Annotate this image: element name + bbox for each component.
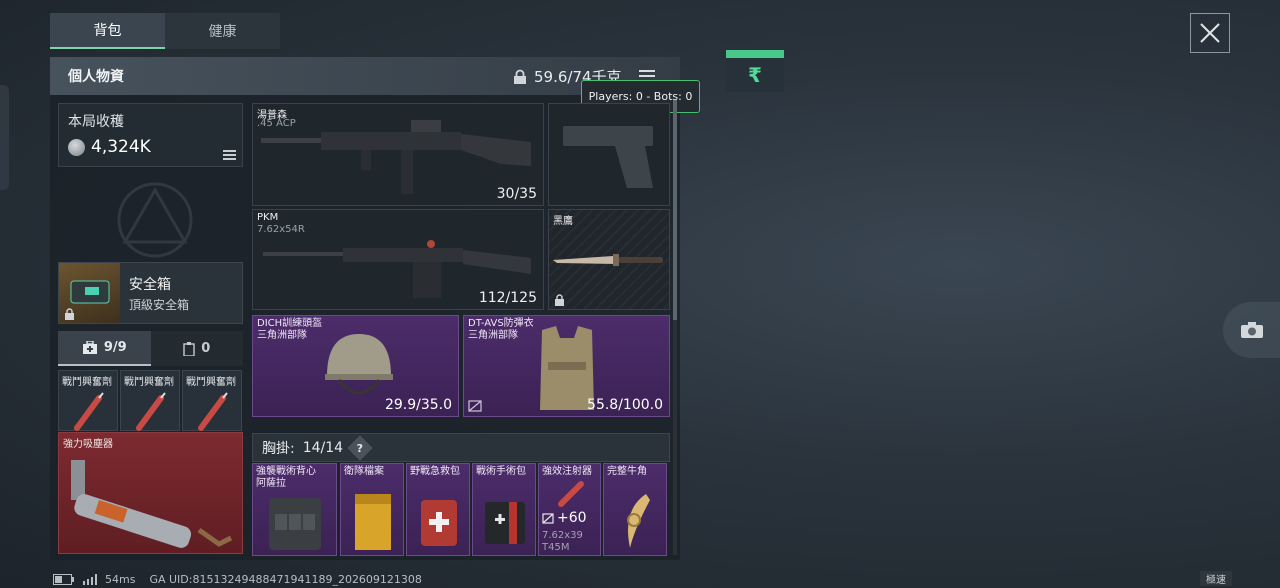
armor-slot[interactable]: DT-AVS防彈衣 三角洲部隊 55.8/100.0 xyxy=(463,315,670,417)
syringe-icon xyxy=(136,392,166,431)
item-name: 衛隊檔案 xyxy=(344,466,384,477)
camera-icon xyxy=(1240,322,1263,338)
close-icon xyxy=(1200,23,1220,43)
broken-link-icon xyxy=(542,512,554,524)
pistol-icon xyxy=(563,126,653,188)
weapon-slot-primary[interactable]: 湯普森 .45 ACP 30/35 xyxy=(252,103,544,206)
durability: 29.9/35.0 xyxy=(384,397,452,413)
file-folder-icon xyxy=(355,494,391,550)
status-bar: 54ms GA UID:81513249488471941189_2026091… xyxy=(53,571,422,587)
safe-box-name: 安全箱 xyxy=(129,277,171,293)
broken-link-icon xyxy=(468,400,482,412)
ammo-count: 30/35 xyxy=(496,186,537,202)
container-count: 0 xyxy=(201,341,211,356)
uid-text: GA UID:81513249488471941189_202609121308 xyxy=(149,572,422,586)
close-button[interactable] xyxy=(1190,13,1230,53)
item-name: 野戰急救包 xyxy=(410,466,460,477)
ammo-count: 112/125 xyxy=(478,290,537,306)
weapon-slot-secondary[interactable]: PKM 7.62x54R 112/125 xyxy=(252,209,544,310)
scrollbar-thumb[interactable] xyxy=(673,100,677,320)
first-aid-kit-icon xyxy=(421,500,457,546)
earnings-card[interactable]: 本局收穫 4,324K xyxy=(58,103,243,167)
side-panel-handle[interactable] xyxy=(0,85,9,190)
list-icon[interactable] xyxy=(223,150,236,160)
weapon-slot-pistol[interactable] xyxy=(548,103,670,206)
tab-pouch[interactable]: 9/9 xyxy=(58,331,151,366)
pouch-tabs: 9/9 0 xyxy=(58,331,243,366)
pouch-item[interactable]: 戰鬥興奮劑 xyxy=(120,370,180,431)
tab-health[interactable]: 健康 xyxy=(165,13,280,49)
signal-icon xyxy=(83,573,97,585)
coin-icon xyxy=(68,138,85,156)
syringe-icon xyxy=(74,392,104,431)
item-name: 強效注射器 xyxy=(542,466,592,477)
pouch-count: 9/9 xyxy=(103,340,127,355)
injector-icon xyxy=(558,481,584,507)
weapon-name: PKM xyxy=(257,212,279,223)
item-name: 戰鬥興奮劑 xyxy=(124,377,174,388)
earnings-value: 4,324K xyxy=(91,137,151,157)
item-name: 完整牛角 xyxy=(607,466,647,477)
item-name: 強襲戰術背心 xyxy=(256,466,316,477)
medkit-icon xyxy=(82,340,97,354)
rig-item[interactable]: 強襲戰術背心 阿薩拉 xyxy=(252,463,337,556)
item-sub2: T45M xyxy=(542,542,570,553)
rig-capacity: 14/14 xyxy=(302,439,344,456)
item-name: 強力吸塵器 xyxy=(63,439,113,450)
item-sub: 阿薩拉 xyxy=(256,478,286,489)
helmet-name: DICH訓練頭盔 三角洲部隊 xyxy=(257,318,323,341)
injector-count: +60 xyxy=(557,510,587,526)
faction-emblem-icon xyxy=(117,182,193,258)
lock-icon xyxy=(514,69,526,84)
item-name: 戰鬥興奮劑 xyxy=(186,377,236,388)
knife-icon xyxy=(553,254,663,266)
rig-label: 胸掛: xyxy=(262,440,295,457)
pouch-item[interactable]: 戰鬥興奮劑 xyxy=(182,370,242,431)
surgical-kit-icon xyxy=(485,502,525,544)
safe-box-type: 頂級安全箱 xyxy=(129,298,190,312)
weapon-slot-melee[interactable]: 黑鷹 xyxy=(548,209,670,310)
weapon-name: 黑鷹 xyxy=(553,216,573,227)
rig-item[interactable]: 衛隊檔案 xyxy=(340,463,404,556)
rig-item[interactable]: 野戰急救包 xyxy=(406,463,470,556)
safe-box-image xyxy=(59,263,120,323)
tab-backpack[interactable]: 背包 xyxy=(50,13,165,49)
helmet-icon xyxy=(325,334,393,395)
speed-badge[interactable]: 極速 xyxy=(1200,571,1232,586)
item-name: 戰鬥興奮劑 xyxy=(62,377,112,388)
rupee-icon: ₹ xyxy=(748,63,762,87)
pouch-item[interactable]: 戰鬥興奮劑 xyxy=(58,370,118,431)
tactical-vest-icon xyxy=(269,498,321,550)
currency-button[interactable]: ₹ xyxy=(726,50,784,92)
tab-container[interactable]: 0 xyxy=(150,331,243,366)
safe-box-slot[interactable]: 安全箱 頂級安全箱 xyxy=(58,262,243,324)
top-tabs: 背包 健康 xyxy=(50,13,280,49)
battery-icon xyxy=(53,573,74,585)
rig-item[interactable]: 完整牛角 xyxy=(603,463,667,556)
earnings-label: 本局收穫 xyxy=(68,114,124,130)
horn-icon xyxy=(627,494,650,548)
clipboard-icon xyxy=(183,341,195,356)
ping-value: 54ms xyxy=(105,572,136,586)
panel-title: 個人物資 xyxy=(68,69,124,85)
camera-button[interactable] xyxy=(1223,302,1280,358)
lock-icon xyxy=(65,308,74,320)
rig-item[interactable]: 戰術手術包 xyxy=(472,463,536,556)
rig-item[interactable]: 強效注射器 +60 7.62x39 T45M xyxy=(538,463,601,556)
help-icon[interactable]: ? xyxy=(347,434,373,461)
item-name: 戰術手術包 xyxy=(476,466,526,477)
durability: 55.8/100.0 xyxy=(587,397,663,413)
pouch-item-large[interactable]: 強力吸塵器 xyxy=(58,432,243,554)
vacuum-icon xyxy=(71,460,233,548)
armor-name: DT-AVS防彈衣 三角洲部隊 xyxy=(468,318,534,341)
syringe-icon xyxy=(198,392,228,431)
helmet-slot[interactable]: DICH訓練頭盔 三角洲部隊 29.9/35.0 xyxy=(252,315,459,417)
chest-rig-header: 胸掛: 14/14 ? xyxy=(252,433,670,462)
lock-icon xyxy=(555,294,564,306)
item-sub: 7.62x39 xyxy=(542,530,583,541)
